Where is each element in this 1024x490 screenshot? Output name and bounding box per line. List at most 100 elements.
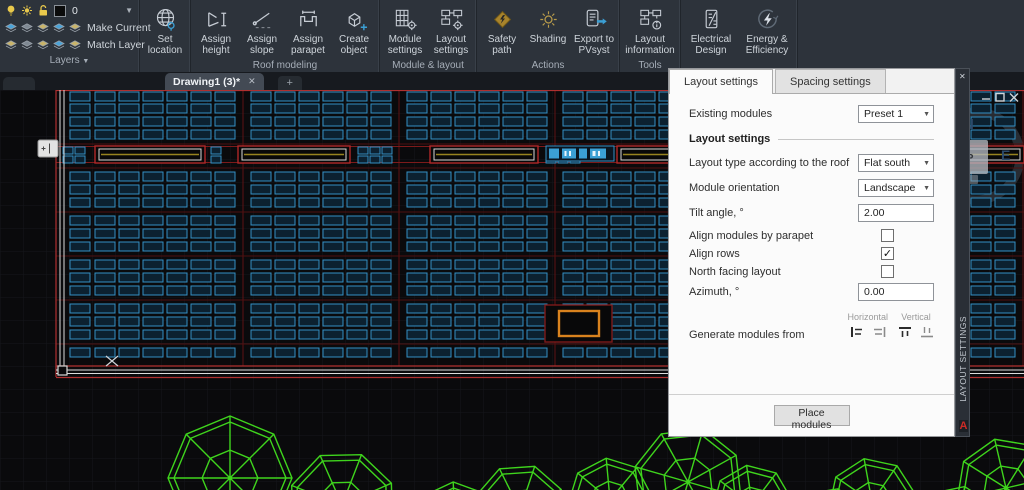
assign-height-button[interactable]: Assign height	[193, 2, 239, 57]
layout-type-select[interactable]: Flat south ▼	[858, 154, 934, 172]
north-facing-layout-row: North facing layout	[689, 264, 934, 279]
align-start-vertical-icon	[899, 327, 911, 337]
align-start-vertical-icon[interactable]	[898, 326, 912, 341]
group-label: Roof modeling	[252, 60, 318, 71]
align-modules-by-parapet-checkbox[interactable]	[881, 229, 894, 242]
chevron-down-icon[interactable]: ▼	[125, 6, 133, 15]
layer-stack-icon[interactable]	[20, 38, 34, 51]
globe-icon	[152, 4, 179, 34]
snap-marker	[57, 365, 68, 376]
existing-modules-label: Existing modules	[689, 108, 773, 120]
horizontal-label: Horizontal	[847, 312, 888, 322]
tab-stub	[3, 77, 35, 90]
vertical-align-column: Vertical	[898, 312, 934, 341]
bulb-icon[interactable]	[4, 4, 18, 17]
tilt-angle-label: Tilt angle, °	[689, 207, 744, 219]
level-marker	[37, 139, 59, 158]
align-start-horizontal-icon[interactable]	[850, 326, 864, 341]
electrical-design-button[interactable]: Electrical Design	[683, 2, 739, 57]
electrical-design-label: Electrical Design	[690, 34, 732, 56]
svg-text:E: E	[1001, 147, 1010, 163]
align-icon-block: Horizontal Vertical	[847, 312, 934, 341]
vertical-label: Vertical	[901, 312, 931, 322]
energy-efficiency-button[interactable]: Energy & Efficiency	[739, 2, 795, 57]
align-end-horizontal-icon	[873, 327, 886, 337]
layer-combo[interactable]: 0 ▼	[4, 2, 135, 19]
align-modules-by-parapet-label: Align modules by parapet	[689, 229, 814, 242]
layer-color-swatch[interactable]	[54, 4, 66, 17]
azimuth-input[interactable]: 0.00	[858, 283, 934, 301]
unlock-icon[interactable]	[36, 4, 50, 17]
layout-type-row: Layout type according to the roof Flat so…	[689, 153, 934, 173]
chevron-down-icon: ▼	[923, 159, 930, 167]
generate-modules-from-label: Generate modules from	[689, 329, 805, 341]
layer-stack-icon[interactable]	[36, 21, 50, 34]
module-settings-button[interactable]: Module settings	[382, 2, 428, 57]
safety-path-label: Safety path	[487, 34, 517, 56]
layout-settings-panel: Layout settings Spacing settings Existin…	[668, 68, 955, 437]
assign-slope-button[interactable]: Assign slope	[239, 2, 285, 57]
generate-modules-from-row: Generate modules from Horizontal Vertical	[689, 307, 934, 341]
layer-stack-icon[interactable]	[68, 21, 82, 34]
layer-stack-icon[interactable]	[52, 38, 66, 51]
align-end-horizontal-icon[interactable]	[872, 326, 886, 341]
assign-parapet-icon	[295, 4, 322, 34]
layout-information-button[interactable]: Layout information	[622, 2, 678, 57]
layer-stack-icon[interactable]	[36, 38, 50, 51]
align-start-horizontal-icon	[850, 327, 862, 337]
new-tab-button[interactable]: +	[277, 76, 302, 90]
layer-stack-icon[interactable]	[20, 21, 34, 34]
azimuth-label: Azimuth, °	[689, 286, 740, 298]
group-label	[142, 59, 188, 72]
layers-panel: 0 ▼ Make Current Match Layer Layers ▼	[0, 0, 151, 72]
north-facing-layout-label: North facing layout	[689, 265, 781, 278]
assign-parapet-button[interactable]: Assign parapet	[285, 2, 331, 57]
tilt-angle-input[interactable]: 2.00	[858, 204, 934, 222]
tab-spacing-settings[interactable]: Spacing settings	[775, 69, 886, 93]
chevron-down-icon: ▼	[923, 184, 930, 192]
layout-information-icon	[637, 4, 664, 34]
layer-stack-icon[interactable]	[4, 38, 18, 51]
existing-modules-select[interactable]: Preset 1 ▼	[858, 105, 934, 123]
tab-drawing1[interactable]: Drawing1 (3)* ✕	[165, 73, 264, 90]
shading-button[interactable]: Shading	[525, 2, 571, 57]
module-orientation-row: Module orientation Landscape ▼	[689, 178, 934, 198]
place-modules-button[interactable]: Place modules	[773, 405, 850, 431]
azimuth-row: Azimuth, ° 0.00	[689, 282, 934, 302]
safety-path-icon	[489, 4, 516, 34]
application-window: { "colors": { "module_blue": "#3490c4", …	[0, 0, 1024, 490]
energy-efficiency-label: Energy & Efficiency	[745, 34, 789, 56]
layout-settings-label: Layout settings	[433, 34, 469, 56]
layers-panel-label[interactable]: Layers ▼	[4, 54, 135, 67]
export-pvsyst-label: Export to PVsyst	[573, 34, 615, 56]
module-orientation-select[interactable]: Landscape ▼	[858, 179, 934, 197]
ribbon-group-roof-modeling: Assign height Assign slope Assign parapet C…	[191, 0, 380, 72]
ribbon-group-module-layout: Module settings Layout settings Module & l…	[380, 0, 477, 72]
ribbon-group-tools: Layout information Tools	[620, 0, 681, 72]
tab-layout-settings[interactable]: Layout settings	[669, 69, 773, 94]
north-facing-layout-checkbox[interactable]	[881, 265, 894, 278]
module-orientation-label: Module orientation	[689, 182, 780, 194]
align-rows-checkbox[interactable]: ✓	[881, 247, 894, 260]
palette-titlebar: ✕ LAYOUT SETTINGS A	[955, 68, 970, 437]
shading-icon	[535, 4, 562, 34]
layer-stack-icon[interactable]	[68, 38, 82, 51]
layer-stack-icon[interactable]	[52, 21, 66, 34]
safety-path-button[interactable]: Safety path	[479, 2, 525, 57]
set-location-button[interactable]: Set location	[142, 2, 188, 57]
sun-icon[interactable]	[20, 4, 34, 17]
create-object-label: Create object	[338, 34, 369, 56]
layout-type-label: Layout type according to the roof	[689, 157, 850, 169]
set-location-label: Set location	[147, 34, 183, 56]
palette-title: LAYOUT SETTINGS	[958, 316, 968, 402]
layout-settings-button[interactable]: Layout settings	[428, 2, 474, 57]
export-pvsyst-button[interactable]: Export to PVsyst	[571, 2, 617, 57]
make-current-button[interactable]: Make Current	[4, 19, 151, 36]
close-icon[interactable]: ✕	[959, 72, 966, 81]
create-object-button[interactable]: Create object	[331, 2, 377, 57]
match-layer-button[interactable]: Match Layer	[4, 36, 145, 53]
align-end-vertical-icon[interactable]	[920, 326, 934, 341]
close-icon[interactable]: ✕	[248, 76, 256, 87]
horizontal-align-column: Horizontal	[847, 312, 888, 341]
layer-stack-icon[interactable]	[4, 21, 18, 34]
